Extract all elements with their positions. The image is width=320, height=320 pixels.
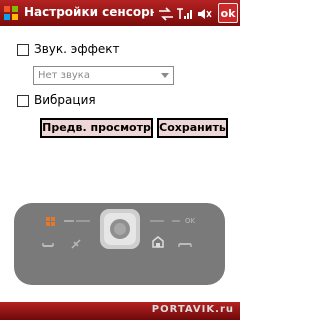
- end-key-icon: [178, 243, 192, 247]
- signal-icon[interactable]: [176, 6, 192, 20]
- device-preview: OK: [14, 203, 225, 285]
- home-key-icon: [152, 236, 164, 248]
- windows-start-icon[interactable]: [2, 4, 20, 22]
- mute-key-icon: [71, 239, 81, 249]
- chevron-down-icon: [161, 73, 169, 78]
- dpad-icon: [100, 209, 140, 249]
- bottom-bar: PORTAVIK.ru: [0, 302, 240, 320]
- svg-text:OK: OK: [185, 217, 196, 225]
- call-key-icon: [42, 243, 54, 247]
- vibration-label: Вибрация: [34, 93, 96, 107]
- window-title: Настройки сенсорны: [24, 5, 154, 19]
- volume-icon[interactable]: [196, 6, 212, 20]
- ok-key-icon: OK: [172, 217, 196, 225]
- title-bar: Настройки сенсорны ok: [0, 0, 240, 26]
- vibration-checkbox[interactable]: [17, 95, 29, 107]
- sound-effect-checkbox[interactable]: [17, 44, 29, 56]
- connectivity-icon[interactable]: [158, 6, 174, 21]
- device-keypad-illustration: OK: [42, 209, 196, 249]
- sound-effect-label: Звук. эффект: [34, 42, 120, 56]
- ok-button[interactable]: ok: [218, 3, 238, 23]
- sound-select[interactable]: Нет звука: [33, 66, 174, 85]
- preview-button[interactable]: Предв. просмотр: [40, 118, 153, 138]
- brand-watermark: PORTAVIK.ru: [151, 304, 234, 315]
- windows-key-icon: [46, 217, 74, 226]
- sound-select-value: Нет звука: [38, 70, 90, 81]
- save-button[interactable]: Сохранить: [157, 118, 228, 138]
